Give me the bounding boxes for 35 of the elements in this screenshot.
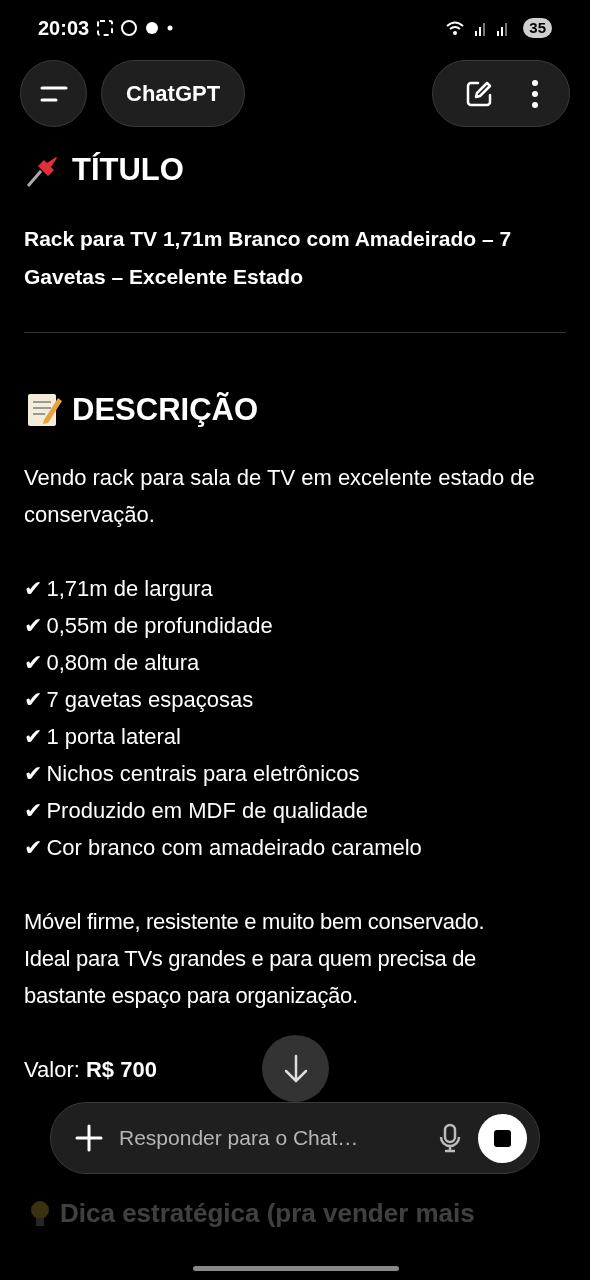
more-options-icon[interactable] — [530, 78, 539, 109]
product-title: Rack para TV 1,71m Branco com Amadeirado – 7 Gavetas – Excelente Estado — [24, 225, 513, 290]
feature-item: 0,55m de profundidade — [46, 612, 273, 640]
section-heading: DESCRIÇÃO — [72, 390, 258, 429]
feature-item: 7 gavetas espaçosas — [46, 686, 254, 714]
screenshot-icon — [97, 20, 114, 36]
check-mark: ✔ — [24, 612, 43, 640]
check-mark: ✔ — [24, 575, 43, 603]
battery-indicator: 35 — [523, 18, 552, 38]
check-mark: ✔ — [24, 760, 43, 788]
faded-heading: Dica estratégica (pra vender mais — [60, 1197, 475, 1230]
feature-item: 1 porta lateral — [46, 723, 181, 751]
check-mark: ✔ — [24, 797, 43, 825]
price-text: Valor: R$ 700 — [24, 1056, 157, 1084]
dot-icon — [167, 25, 174, 31]
stop-button[interactable] — [478, 1113, 527, 1163]
feature-item: 0,80m de altura — [46, 649, 200, 677]
description-paragraph: Vendo rack para sala de TV em excelente estado de conservação. — [24, 464, 536, 529]
check-mark: ✔ — [24, 649, 43, 677]
add-icon[interactable] — [75, 1124, 103, 1152]
check-mark: ✔ — [24, 723, 43, 751]
status-time: 20:03 — [38, 16, 90, 41]
feature-item: Produzido em MDF de qualidade — [46, 797, 369, 825]
model-button[interactable]: ChatGPT — [101, 60, 246, 127]
lightbulb-icon — [28, 1198, 52, 1229]
check-mark: ✔ — [24, 686, 43, 714]
feature-item: Nichos centrais para eletrônicos — [46, 760, 360, 788]
check-mark: ✔ — [24, 834, 43, 862]
feature-item: Cor branco com amadeirado caramelo — [46, 834, 422, 862]
closing-paragraph: Móvel firme, resistente e muito bem conservado. Ideal para TVs grandes e para quem precisa de bastante espaço para organização. — [24, 908, 486, 1010]
section-heading: TÍTULO — [72, 151, 184, 189]
composer-bar[interactable]: Responder para o Chat… — [50, 1102, 540, 1174]
message-input[interactable]: Responder para o Chat… — [119, 1122, 422, 1154]
feature-item: 1,71m de largura — [46, 575, 213, 603]
microphone-icon[interactable] — [438, 1123, 462, 1153]
